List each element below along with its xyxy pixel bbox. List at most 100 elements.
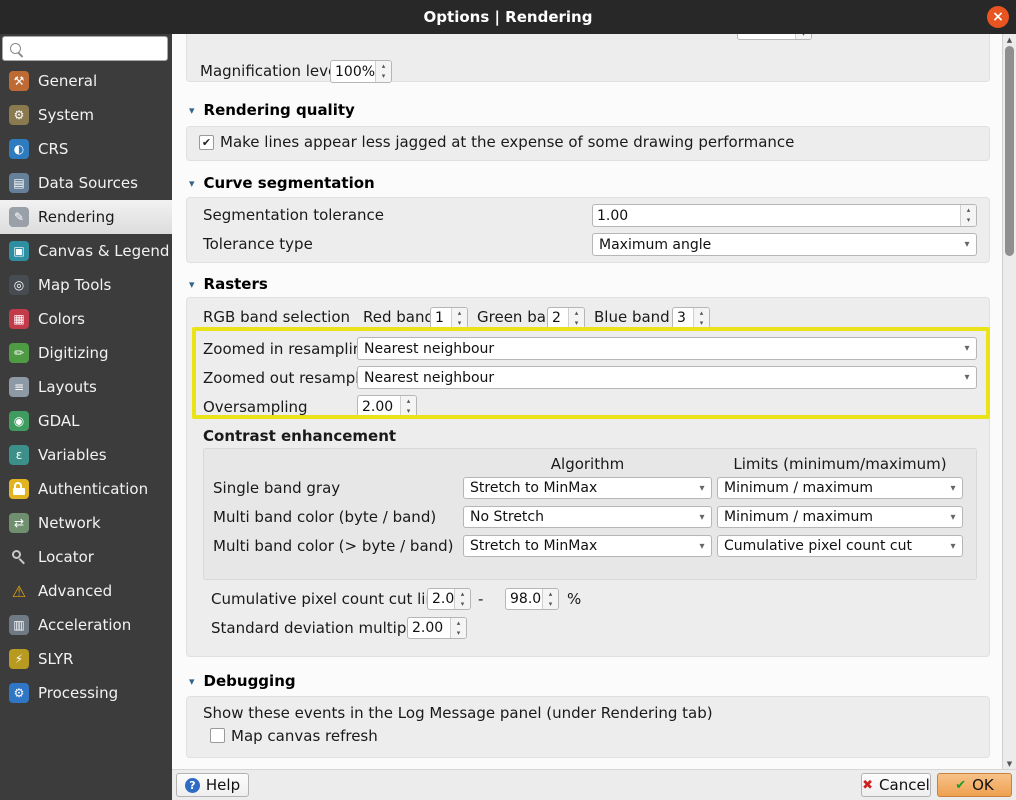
spinner-buttons[interactable]: ▴ ▾ (693, 308, 709, 328)
search-input[interactable] (27, 38, 166, 59)
sidebar-item-layouts[interactable]: ≡ Layouts (0, 370, 172, 404)
vertical-scrollbar[interactable]: ▲ ▼ (1002, 34, 1016, 770)
close-button[interactable]: × (987, 6, 1009, 28)
cancel-button[interactable]: ✖ Cancel (861, 773, 931, 797)
segmentation-tolerance-input[interactable]: 1.00 ▴ ▾ (592, 204, 977, 227)
spin-down-icon[interactable]: ▾ (796, 34, 811, 39)
sidebar-item-gdal[interactable]: ◉ GDAL (0, 404, 172, 438)
sidebar-item-variables[interactable]: ε Variables (0, 438, 172, 472)
sidebar-item-authentication[interactable]: Authentication (0, 472, 172, 506)
spin-down-icon[interactable]: ▾ (376, 72, 391, 83)
spin-up-icon[interactable]: ▴ (401, 396, 416, 407)
settings-sidebar: ⚒ General ⚙ System ◐ CRS ▤ Data Sources … (0, 34, 172, 800)
sidebar-item-label: Advanced (38, 582, 113, 600)
spin-down-icon[interactable]: ▾ (961, 216, 976, 227)
multi-band-gt-byte-algorithm-select[interactable]: Stretch to MinMax ▾ (463, 535, 712, 557)
debugging-note: Show these events in the Log Message pan… (203, 704, 713, 722)
spinner-buttons[interactable]: ▴ ▾ (451, 308, 467, 328)
help-button[interactable]: ? Help (176, 773, 249, 797)
spin-down-icon[interactable]: ▾ (694, 318, 709, 328)
spin-up-icon[interactable]: ▴ (455, 589, 470, 599)
spinner-buttons[interactable]: ▴ ▾ (568, 308, 584, 328)
red-band-input[interactable]: 1 ▴ ▾ (430, 307, 468, 329)
limits-column-header: Limits (minimum/maximum) (733, 455, 947, 473)
spinner-buttons[interactable]: ▴ ▾ (960, 205, 976, 226)
sidebar-item-advanced[interactable]: ⚠ Advanced (0, 574, 172, 608)
cropped-top-spinbox[interactable]: ▴ ▾ (737, 34, 812, 40)
zoomed-in-resampling-select[interactable]: Nearest neighbour ▾ (357, 337, 977, 360)
sidebar-item-locator[interactable]: Locator (0, 540, 172, 574)
spin-up-icon[interactable]: ▴ (961, 205, 976, 216)
blue-band-input[interactable]: 3 ▴ ▾ (672, 307, 710, 329)
sidebar-item-general[interactable]: ⚒ General (0, 64, 172, 98)
cumulative-cut-min-input[interactable]: 2.0 ▴ ▾ (427, 588, 471, 610)
spin-down-icon[interactable]: ▾ (455, 599, 470, 609)
spin-up-icon[interactable]: ▴ (452, 308, 467, 318)
search-icon (10, 43, 21, 54)
green-band-input[interactable]: 2 ▴ ▾ (547, 307, 585, 329)
spinner-buttons[interactable]: ▴ ▾ (450, 618, 466, 638)
spin-down-icon[interactable]: ▾ (543, 599, 558, 609)
ok-button-label: OK (972, 776, 994, 794)
cumulative-cut-max-input[interactable]: 98.0 ▴ ▾ (505, 588, 559, 610)
spin-up-icon[interactable]: ▴ (569, 308, 584, 318)
wrench-icon: ⚒ (9, 71, 29, 91)
section-rendering-quality[interactable]: ▾ Rendering quality (189, 101, 355, 119)
spin-down-icon[interactable]: ▾ (451, 628, 466, 638)
spin-up-icon[interactable]: ▴ (694, 308, 709, 318)
sidebar-item-digitizing[interactable]: ✏ Digitizing (0, 336, 172, 370)
section-debugging[interactable]: ▾ Debugging (189, 672, 296, 690)
spin-up-icon[interactable]: ▴ (376, 61, 391, 72)
spin-up-icon[interactable]: ▴ (451, 618, 466, 628)
multi-band-byte-limits-select[interactable]: Minimum / maximum ▾ (717, 506, 963, 528)
sidebar-item-data-sources[interactable]: ▤ Data Sources (0, 166, 172, 200)
spinner-buttons[interactable]: ▴ ▾ (400, 396, 416, 417)
sidebar-items: ⚒ General ⚙ System ◐ CRS ▤ Data Sources … (0, 64, 172, 710)
sidebar-item-acceleration[interactable]: ▥ Acceleration (0, 608, 172, 642)
sidebar-item-system[interactable]: ⚙ System (0, 98, 172, 132)
spinner-buttons[interactable]: ▴ ▾ (542, 589, 558, 609)
spin-down-icon[interactable]: ▾ (452, 318, 467, 328)
antialiasing-checkbox[interactable]: ✔ (199, 135, 214, 150)
sidebar-item-map-tools[interactable]: ◎ Map Tools (0, 268, 172, 302)
sidebar-search[interactable] (2, 36, 168, 61)
algorithm-column-header: Algorithm (550, 455, 625, 473)
sidebar-item-crs[interactable]: ◐ CRS (0, 132, 172, 166)
single-band-gray-label: Single band gray (213, 479, 341, 497)
combo-value: Nearest neighbour (364, 369, 495, 386)
sidebar-item-processing[interactable]: ⚙ Processing (0, 676, 172, 710)
map-tools-icon: ◎ (9, 275, 29, 295)
spin-up-icon[interactable]: ▴ (543, 589, 558, 599)
zoomed-out-resampling-select[interactable]: Nearest neighbour ▾ (357, 366, 977, 389)
multi-band-gt-byte-limits-select[interactable]: Cumulative pixel count cut ▾ (717, 535, 963, 557)
map-canvas-refresh-checkbox[interactable] (210, 728, 225, 743)
single-band-gray-limits-select[interactable]: Minimum / maximum ▾ (717, 477, 963, 499)
spinner-buttons[interactable]: ▴ ▾ (454, 589, 470, 609)
sidebar-item-label: GDAL (38, 412, 80, 430)
spin-down-icon[interactable]: ▾ (569, 318, 584, 328)
sidebar-item-slyr[interactable]: ⚡ SLYR (0, 642, 172, 676)
scrollbar-thumb[interactable] (1005, 46, 1014, 256)
spinner-buttons[interactable]: ▴ ▾ (375, 61, 391, 82)
spin-down-icon[interactable]: ▾ (401, 407, 416, 418)
antialiasing-label: Make lines appear less jagged at the exp… (220, 133, 795, 151)
multi-band-byte-algorithm-select[interactable]: No Stretch ▾ (463, 506, 712, 528)
ok-button[interactable]: ✔ OK (937, 773, 1012, 797)
spinner-buttons[interactable]: ▴ ▾ (795, 34, 811, 39)
sidebar-item-canvas-legend[interactable]: ▣ Canvas & Legend (0, 234, 172, 268)
section-rasters[interactable]: ▾ Rasters (189, 275, 268, 293)
spin-value (738, 34, 795, 39)
magnification-level-input[interactable]: 100% ▴ ▾ (330, 60, 392, 83)
sidebar-item-colors[interactable]: ▦ Colors (0, 302, 172, 336)
scroll-up-icon[interactable]: ▲ (1003, 34, 1016, 46)
tolerance-type-select[interactable]: Maximum angle ▾ (592, 233, 977, 256)
sidebar-item-rendering[interactable]: ✎ Rendering (0, 200, 172, 234)
section-curve-segmentation[interactable]: ▾ Curve segmentation (189, 174, 375, 192)
oversampling-input[interactable]: 2.00 ▴ ▾ (357, 395, 417, 418)
sidebar-item-label: Canvas & Legend (38, 242, 170, 260)
palette-icon: ▦ (9, 309, 29, 329)
sidebar-item-network[interactable]: ⇄ Network (0, 506, 172, 540)
stddev-multiplier-input[interactable]: 2.00 ▴ ▾ (407, 617, 467, 639)
combo-value: Stretch to MinMax (470, 538, 598, 554)
single-band-gray-algorithm-select[interactable]: Stretch to MinMax ▾ (463, 477, 712, 499)
